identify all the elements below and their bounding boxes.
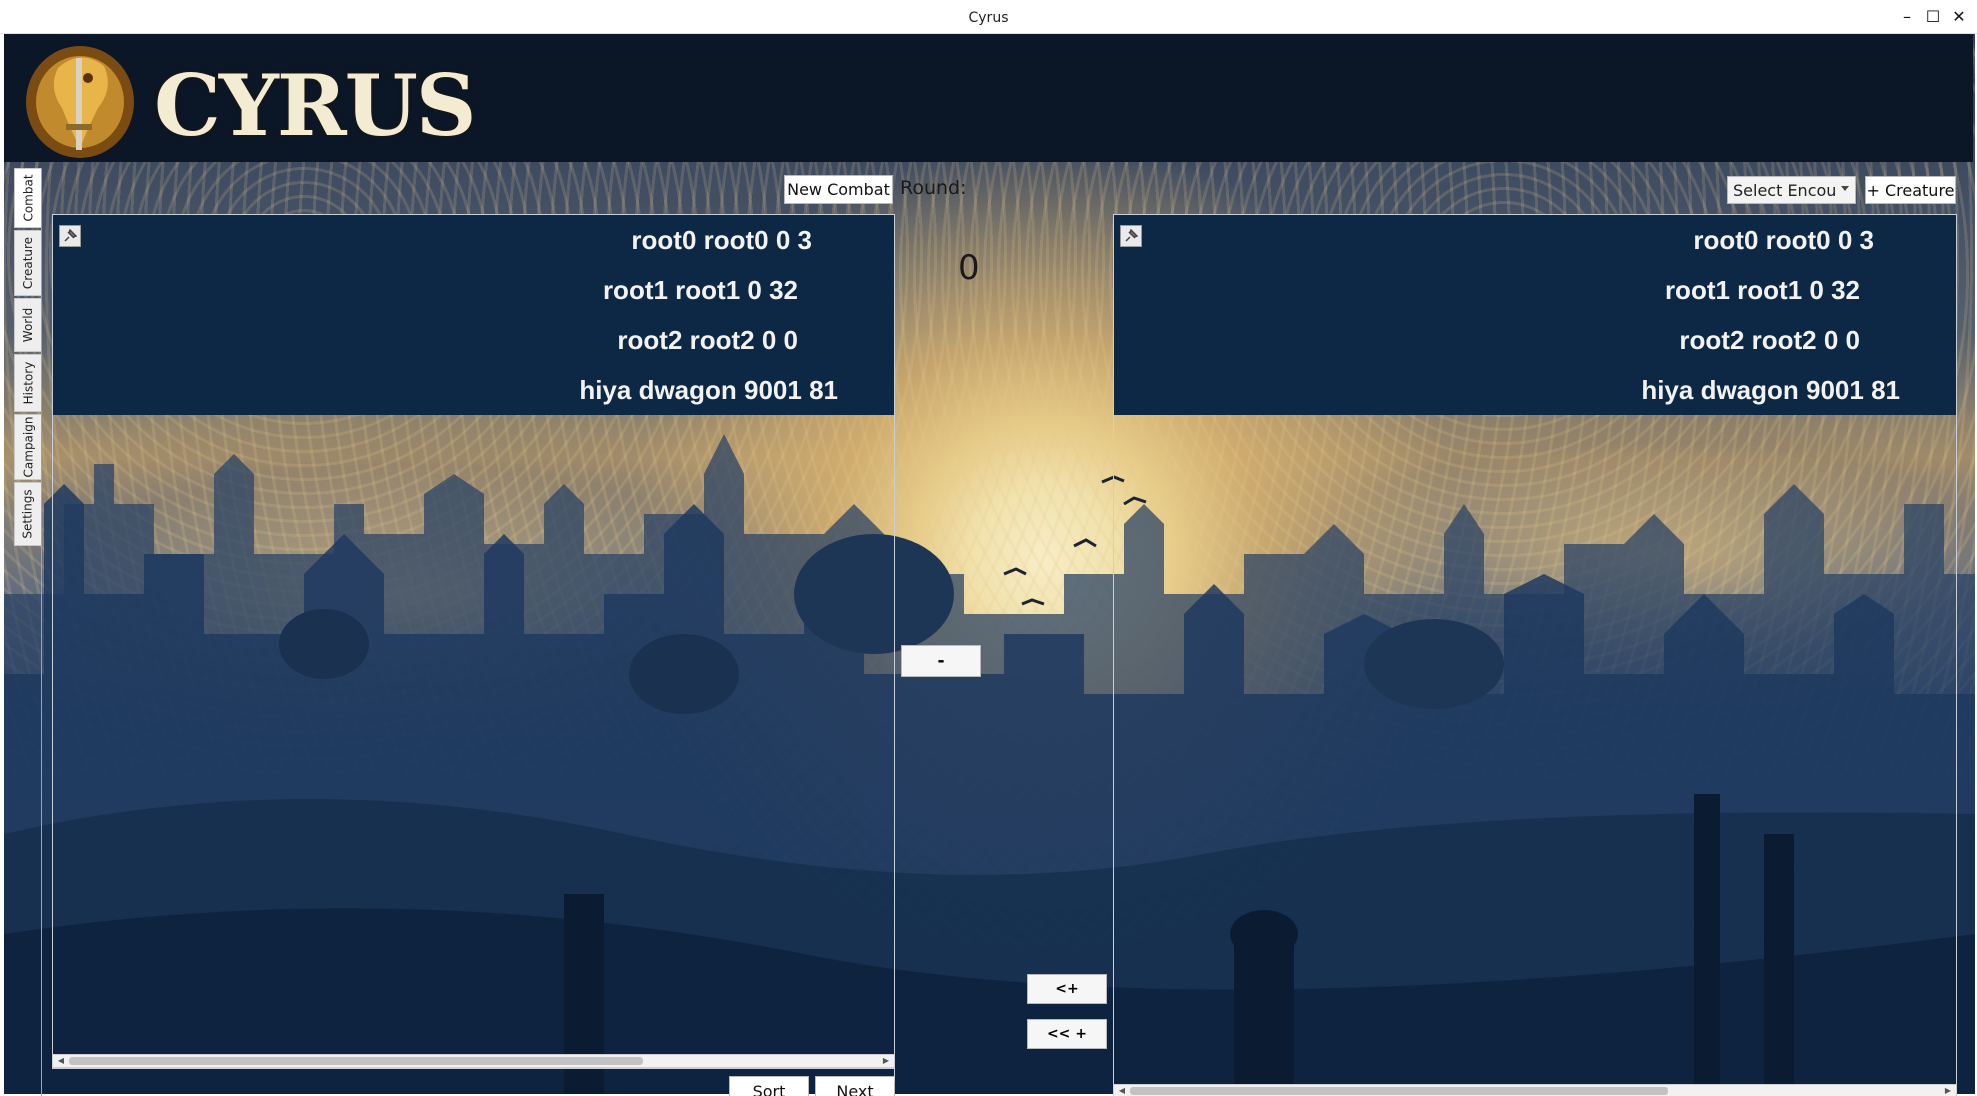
round-label: Round: <box>900 177 967 199</box>
tab-world-label: World <box>21 307 36 343</box>
app-header: CYRUS <box>4 34 1973 162</box>
tab-history-label: History <box>21 361 36 405</box>
left-horizontal-scrollbar[interactable]: ◀ ▶ <box>52 1054 895 1068</box>
right-initiative-row-2[interactable]: root1 root1 0 32 <box>1665 275 1860 325</box>
round-value: 0 <box>958 248 980 288</box>
remove-creature-button[interactable]: - <box>901 645 981 677</box>
move-all-left-button[interactable]: << + <box>1027 1019 1107 1049</box>
new-combat-button[interactable]: New Combat <box>784 175 893 204</box>
right-pin-button[interactable] <box>1120 225 1142 247</box>
tab-campaign-label: Campaign <box>21 416 36 478</box>
tab-history[interactable]: History <box>14 354 42 412</box>
window-title: Cyrus <box>968 10 1009 26</box>
left-initiative-panel: root0 root0 0 3 root1 root1 0 32 root2 r… <box>52 214 895 1069</box>
left-initiative-row-2[interactable]: root1 root1 0 32 <box>603 275 798 325</box>
window-title-bar: Cyrus – ☐ ✕ <box>0 0 1977 34</box>
scroll-left-icon[interactable]: ◀ <box>55 1055 67 1067</box>
tab-creature-label: Creature <box>21 236 35 290</box>
left-scroll-thumb[interactable] <box>69 1057 643 1065</box>
right-initiative-list: root0 root0 0 3 root1 root1 0 32 root2 r… <box>1114 215 1956 415</box>
right-initiative-row-3[interactable]: root2 root2 0 0 <box>1679 325 1860 375</box>
close-button[interactable]: ✕ <box>1949 7 1969 27</box>
add-creature-button[interactable]: + Creature <box>1865 176 1956 204</box>
tab-combat-label: Combat <box>21 174 36 222</box>
next-button[interactable]: Next <box>815 1076 895 1096</box>
tab-divider <box>41 168 42 1096</box>
window-controls: – ☐ ✕ <box>1897 0 1969 34</box>
tab-settings[interactable]: Settings <box>14 482 42 546</box>
pin-icon <box>1125 229 1138 242</box>
scroll-right-icon[interactable]: ▶ <box>880 1055 892 1067</box>
right-initiative-row-4[interactable]: hiya dwagon 9001 81 <box>1641 375 1900 425</box>
minimize-button[interactable]: – <box>1897 7 1917 27</box>
chevron-down-icon <box>1841 186 1849 191</box>
logo-text: CYRUS <box>154 56 477 155</box>
right-scroll-thumb[interactable] <box>1130 1087 1668 1095</box>
app-window: CYRUS Combat Creature World History Camp… <box>0 34 1977 1096</box>
dragon-emblem-icon <box>26 46 134 158</box>
left-initiative-list: root0 root0 0 3 root1 root1 0 32 root2 r… <box>53 215 894 415</box>
encounter-select[interactable]: Select Encou <box>1727 176 1856 204</box>
sidebar-tabs: Combat Creature World History Campaign S… <box>14 168 42 546</box>
tab-settings-label: Settings <box>21 489 35 539</box>
tab-world[interactable]: World <box>14 298 42 352</box>
left-pin-button[interactable] <box>59 225 81 247</box>
encounter-select-value: Select Encou <box>1733 180 1837 200</box>
left-initiative-row-3[interactable]: root2 root2 0 0 <box>617 325 798 375</box>
sort-button[interactable]: Sort <box>729 1076 809 1096</box>
right-initiative-row-1[interactable]: root0 root0 0 3 <box>1693 225 1874 275</box>
tab-creature[interactable]: Creature <box>14 230 42 296</box>
scroll-left-icon[interactable]: ◀ <box>1116 1085 1128 1096</box>
maximize-button[interactable]: ☐ <box>1923 7 1943 27</box>
scroll-right-icon[interactable]: ▶ <box>1942 1085 1954 1096</box>
right-initiative-panel: root0 root0 0 3 root1 root1 0 32 root2 r… <box>1113 214 1957 1096</box>
center-divider-left <box>894 214 895 1082</box>
tab-combat[interactable]: Combat <box>14 168 42 228</box>
cyrus-logo: CYRUS <box>18 38 477 160</box>
left-initiative-row-1[interactable]: root0 root0 0 3 <box>631 225 812 275</box>
move-left-button[interactable]: <+ <box>1027 974 1107 1004</box>
left-initiative-row-4[interactable]: hiya dwagon 9001 81 <box>579 375 838 425</box>
tab-campaign[interactable]: Campaign <box>14 414 42 480</box>
pin-icon <box>64 229 77 242</box>
right-horizontal-scrollbar[interactable]: ◀ ▶ <box>1113 1084 1957 1096</box>
